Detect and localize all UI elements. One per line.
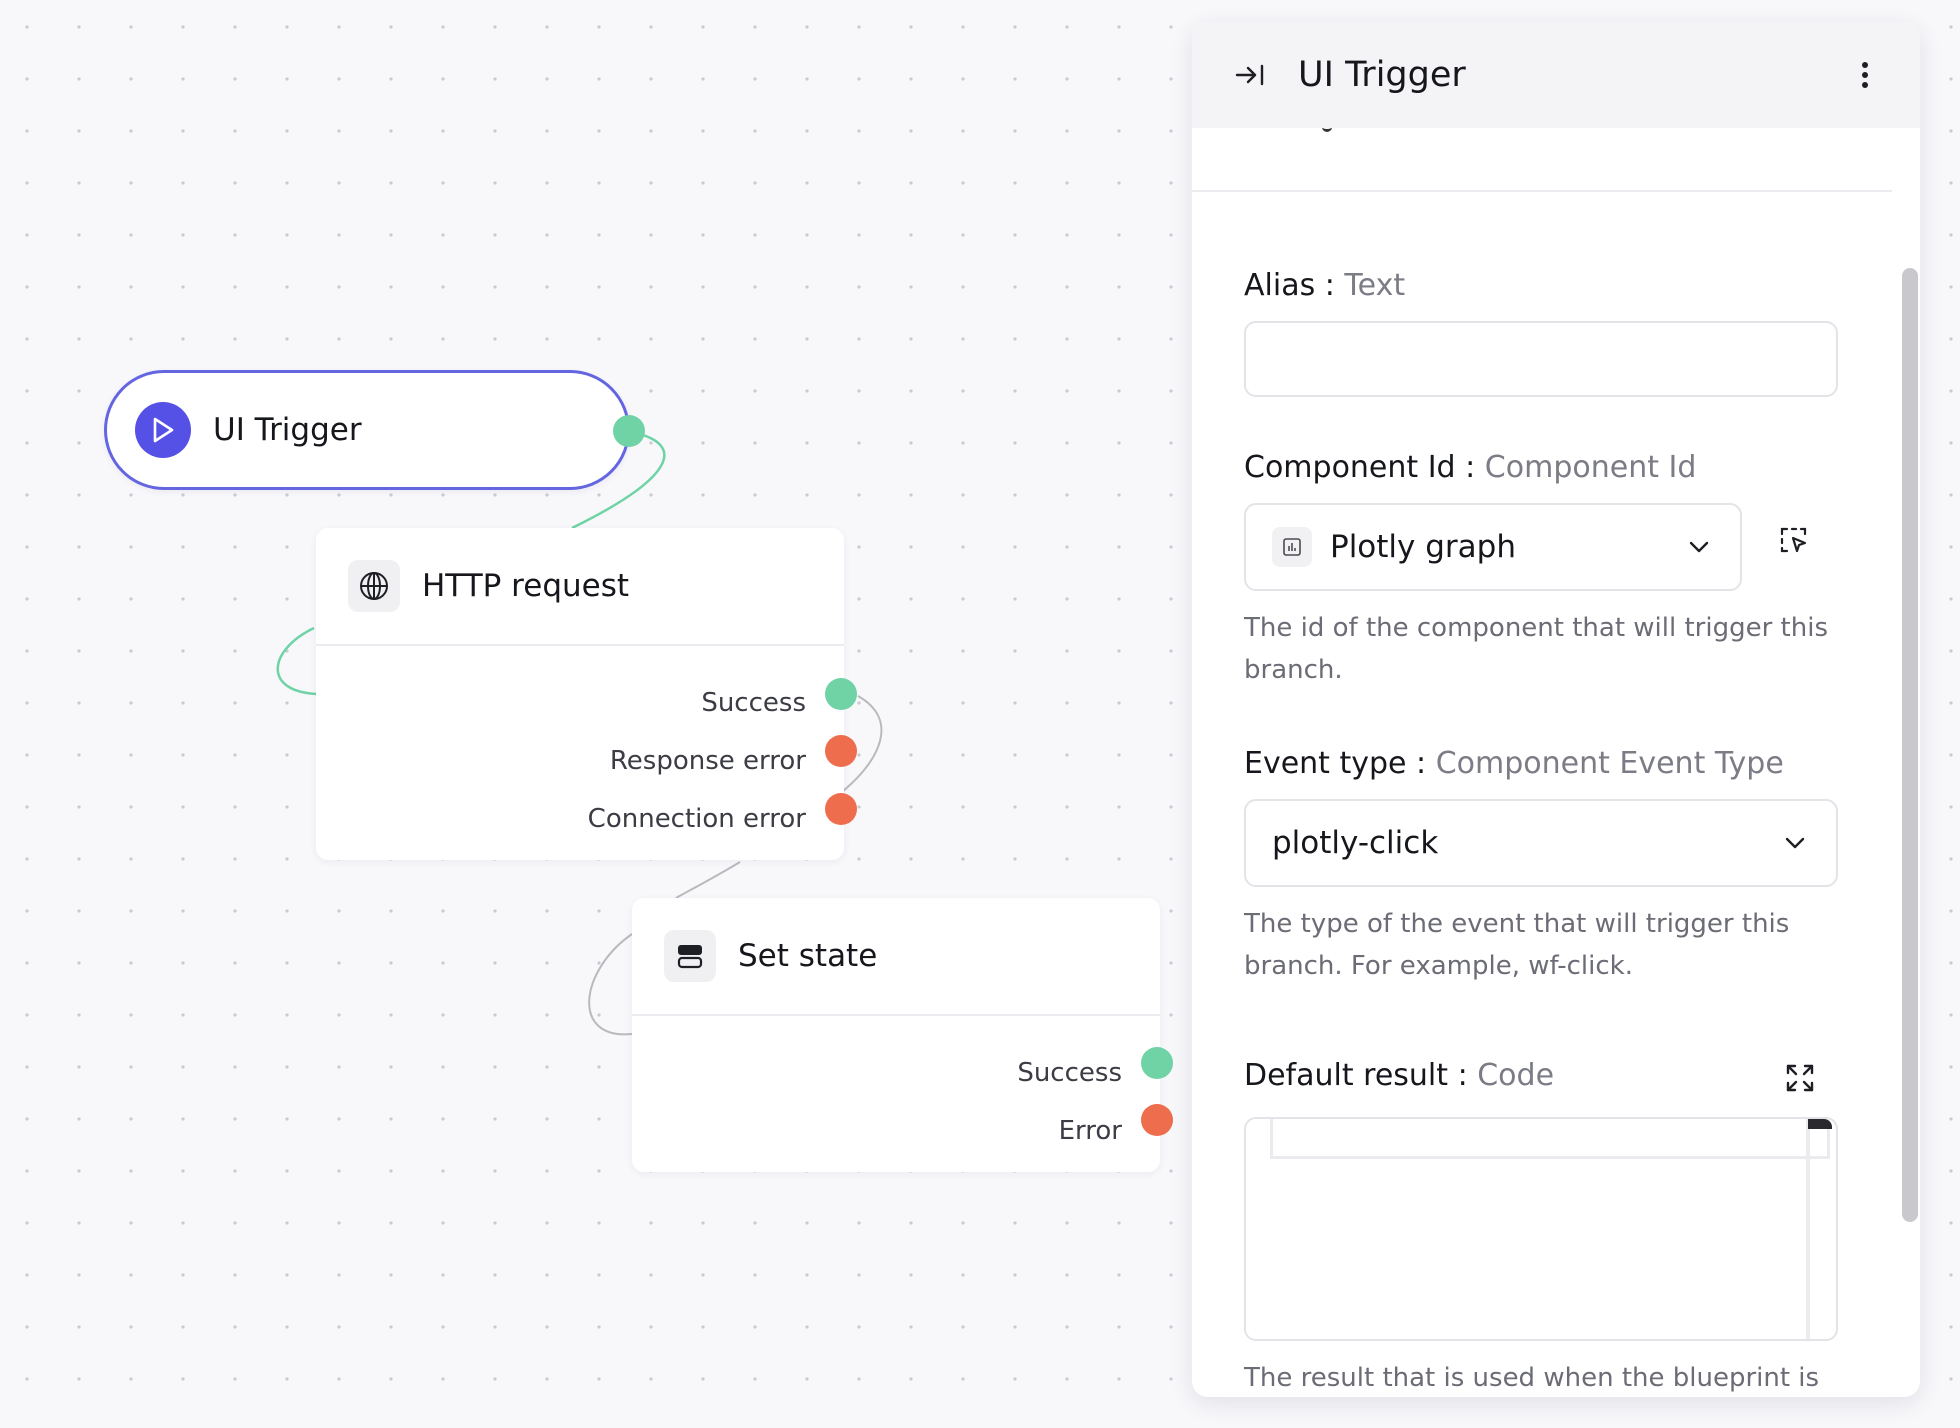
code-editor-scroll-thumb[interactable] — [1808, 1119, 1832, 1129]
event-type-field: Event type : Component Event Type plotly… — [1244, 746, 1838, 987]
default-result-field: Default result : Code The result that is… — [1244, 1058, 1838, 1397]
component-id-type: Component Id — [1484, 450, 1697, 485]
expand-editor-icon[interactable] — [1780, 1058, 1820, 1098]
event-type-select[interactable]: plotly-click — [1244, 799, 1838, 887]
component-id-field: Component Id : Component Id Plotly graph… — [1244, 450, 1838, 691]
panel-header: UI Trigger — [1192, 22, 1920, 128]
http-response-error-dot[interactable] — [825, 735, 857, 767]
trigger-node[interactable]: UI Trigger — [104, 370, 630, 490]
more-options-icon[interactable] — [1850, 55, 1880, 95]
component-id-select[interactable]: Plotly graph — [1244, 503, 1742, 591]
set-state-node[interactable]: Set state Success Error — [632, 898, 1160, 1172]
http-output-response-error: Response error — [316, 732, 844, 790]
output-label: Error — [1058, 1116, 1122, 1146]
edge-setstate-input-curve — [588, 933, 633, 1036]
alias-label: Alias : Text — [1244, 268, 1406, 303]
default-result-type: Code — [1477, 1058, 1555, 1093]
http-success-dot[interactable] — [825, 678, 857, 710]
event-type-label-text: Event type — [1244, 746, 1407, 781]
chevron-down-icon — [1689, 541, 1709, 553]
event-type-help: The type of the event that will trigger … — [1244, 909, 1790, 981]
event-type-value: plotly-click — [1272, 825, 1439, 861]
edge-http-bottom — [675, 861, 741, 899]
output-label: Success — [701, 688, 806, 718]
alias-label-text: Alias — [1244, 268, 1316, 303]
select-component-picker-icon[interactable] — [1774, 520, 1814, 560]
trigger-node-title: UI Trigger — [213, 412, 362, 448]
component-id-label: Component Id : Component Id — [1244, 450, 1697, 485]
http-node-title: HTTP request — [422, 568, 630, 604]
event-type-type: Component Event Type — [1435, 746, 1784, 781]
default-result-label: Default result : Code — [1244, 1058, 1555, 1093]
default-result-label-text: Default result — [1244, 1058, 1449, 1093]
play-icon — [135, 402, 191, 458]
state-icon — [664, 930, 716, 982]
chevron-down-icon — [1785, 837, 1805, 849]
output-label: Response error — [609, 746, 806, 776]
globe-icon — [348, 560, 400, 612]
output-label: Connection error — [587, 804, 806, 834]
set-state-output-error: Error — [632, 1102, 1160, 1160]
clipped-text-fragment — [1322, 128, 1332, 132]
set-state-node-header: Set state — [632, 898, 1160, 1016]
alias-type: Text — [1344, 268, 1406, 303]
component-id-value: Plotly graph — [1330, 529, 1516, 565]
http-output-connection-error: Connection error — [316, 790, 844, 848]
code-editor-line — [1270, 1119, 1830, 1159]
default-result-code-editor[interactable] — [1244, 1117, 1838, 1341]
edge-http-input-curve — [276, 626, 319, 696]
set-state-success-dot[interactable] — [1141, 1047, 1173, 1079]
default-result-help: The result that is used when the bluepri… — [1244, 1363, 1820, 1393]
code-editor-scrollbar[interactable] — [1806, 1119, 1810, 1339]
http-output-success: Success — [316, 674, 844, 732]
set-state-error-dot[interactable] — [1141, 1104, 1173, 1136]
trigger-output-dot[interactable] — [613, 415, 645, 447]
collapse-panel-icon[interactable] — [1232, 57, 1268, 93]
component-id-help: The id of the component that will trigge… — [1244, 613, 1828, 685]
http-node-header: HTTP request — [316, 528, 844, 646]
set-state-output-success: Success — [632, 1044, 1160, 1102]
panel-body: Alias : Text Component Id : Component Id… — [1192, 128, 1892, 1397]
panel-section-divider — [1192, 128, 1892, 192]
http-connection-error-dot[interactable] — [825, 793, 857, 825]
alias-input[interactable] — [1244, 321, 1838, 397]
settings-panel: UI Trigger Alias : Text Component Id : C… — [1192, 22, 1920, 1397]
event-type-label: Event type : Component Event Type — [1244, 746, 1784, 781]
set-state-node-title: Set state — [738, 938, 878, 974]
http-request-node[interactable]: HTTP request Success Response error Conn… — [316, 528, 844, 860]
component-id-label-text: Component Id — [1244, 450, 1456, 485]
alias-field: Alias : Text — [1244, 268, 1838, 397]
panel-title: UI Trigger — [1298, 55, 1466, 95]
panel-scrollbar[interactable] — [1902, 268, 1918, 1222]
output-label: Success — [1017, 1058, 1122, 1088]
chart-icon — [1272, 527, 1312, 567]
